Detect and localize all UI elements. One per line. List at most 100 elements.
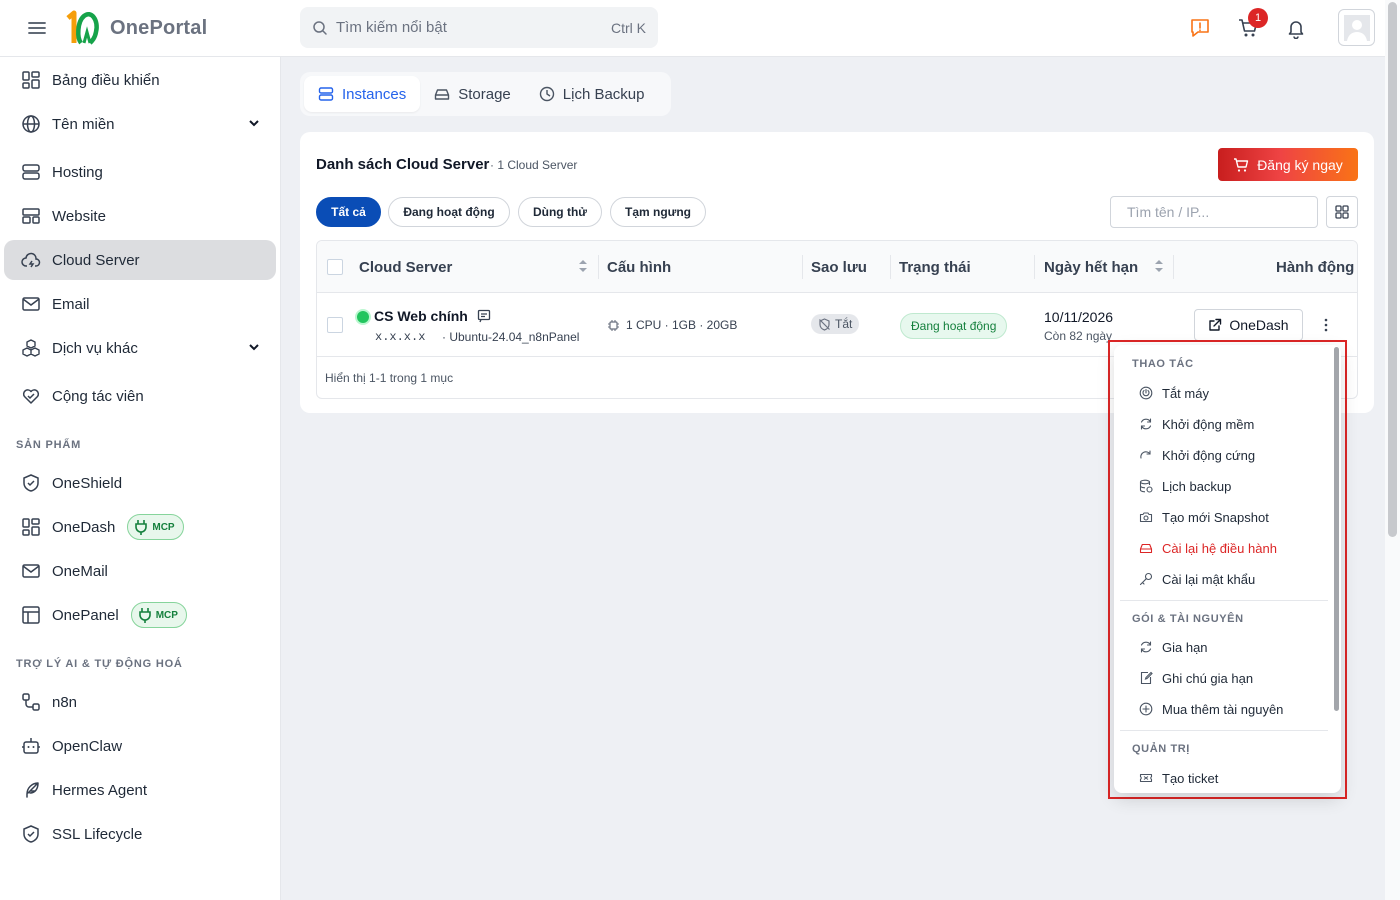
sidebar-item-label: Cloud Server bbox=[52, 251, 140, 269]
menu-item-reset-password[interactable]: Cài lại mật khẩu bbox=[1122, 564, 1328, 594]
workflow-icon bbox=[20, 691, 42, 713]
sidebar-item-hosting[interactable]: Hosting bbox=[4, 152, 276, 192]
note-icon[interactable] bbox=[477, 309, 491, 323]
sidebar-item-other-services[interactable]: Dịch vụ khác bbox=[4, 328, 276, 368]
tab-instances[interactable]: Instances bbox=[304, 76, 421, 112]
sort-icon[interactable] bbox=[578, 258, 588, 274]
expiry-date: 10/11/2026 bbox=[1044, 309, 1114, 325]
sidebar-item-hermes-agent[interactable]: Hermes Agent bbox=[4, 770, 276, 810]
register-button-label: Đăng ký ngay bbox=[1257, 156, 1343, 173]
database-icon bbox=[1138, 478, 1154, 494]
menu-item-create-ticket[interactable]: Tạo ticket bbox=[1122, 763, 1328, 793]
tab-storage[interactable]: Storage bbox=[420, 76, 525, 112]
sort-icon[interactable] bbox=[1154, 258, 1164, 274]
sidebar-item-label: Cộng tác viên bbox=[52, 387, 144, 405]
table-search[interactable] bbox=[1110, 196, 1318, 228]
menu-item-label: Tạo mới Snapshot bbox=[1162, 509, 1269, 525]
chevron-down-icon[interactable] bbox=[248, 117, 260, 129]
sidebar-item-onepanel[interactable]: OnePanel MCP bbox=[4, 595, 276, 635]
row-checkbox[interactable] bbox=[327, 317, 343, 333]
table-header: Cloud Server Cấu hình Sao lưu Trạng thái… bbox=[317, 241, 1357, 293]
onedash-button[interactable]: OneDash bbox=[1194, 309, 1303, 341]
sidebar-item-label: OneMail bbox=[52, 562, 108, 580]
sidebar-item-label: Bảng điều khiển bbox=[52, 71, 160, 89]
bell-icon[interactable] bbox=[1283, 15, 1309, 41]
menu-item-shutdown[interactable]: Tắt máy bbox=[1122, 378, 1328, 408]
cpu-icon bbox=[608, 319, 619, 331]
menu-item-create-snapshot[interactable]: Tạo mới Snapshot bbox=[1122, 502, 1328, 532]
feedback-icon[interactable] bbox=[1187, 15, 1213, 41]
refresh-icon bbox=[1138, 416, 1154, 432]
server-spec: 1 CPU · 1GB · 20GB bbox=[607, 318, 737, 332]
server-name[interactable]: CS Web chính bbox=[374, 308, 468, 324]
sidebar-item-onemail[interactable]: OneMail bbox=[4, 551, 276, 591]
menu-item-backup-schedule[interactable]: Lịch backup bbox=[1122, 471, 1328, 501]
sidebar-item-domains[interactable]: Tên miền bbox=[4, 104, 276, 144]
app-logo[interactable]: OnePortal bbox=[64, 10, 207, 46]
sidebar-item-cloud-server[interactable]: Cloud Server bbox=[4, 240, 276, 280]
menu-item-label: Khởi động mềm bbox=[1162, 416, 1255, 432]
sidebar-item-label: OneShield bbox=[52, 474, 123, 492]
menu-item-buy-resources[interactable]: Mua thêm tài nguyên bbox=[1122, 694, 1328, 724]
globe-icon bbox=[20, 113, 42, 135]
register-button[interactable]: Đăng ký ngay bbox=[1218, 148, 1358, 181]
page-scrollbar-thumb[interactable] bbox=[1388, 2, 1397, 537]
column-header-cloud-server[interactable]: Cloud Server bbox=[359, 259, 452, 276]
menu-toggle-icon[interactable] bbox=[27, 18, 47, 38]
filter-trial[interactable]: Dùng thử bbox=[518, 197, 602, 227]
sidebar-section-ai: TRỢ LÝ AI & TỰ ĐỘNG HOÁ bbox=[16, 658, 183, 670]
table-search-input[interactable] bbox=[1127, 204, 1308, 220]
sidebar-item-email[interactable]: Email bbox=[4, 284, 276, 324]
key-icon bbox=[1138, 571, 1154, 587]
page-scrollbar[interactable] bbox=[1385, 0, 1400, 900]
column-header-expiry[interactable]: Ngày hết hạn bbox=[1044, 259, 1138, 276]
sidebar-item-label: Tên miền bbox=[52, 115, 115, 133]
shield-off-icon bbox=[819, 317, 830, 331]
avatar[interactable] bbox=[1338, 9, 1375, 46]
sidebar-item-label: OnePanel bbox=[52, 606, 119, 624]
select-all-checkbox[interactable] bbox=[327, 259, 343, 275]
menu-item-label: Tạo ticket bbox=[1162, 770, 1219, 786]
sidebar-item-label: Hermes Agent bbox=[52, 781, 148, 799]
sidebar-item-website[interactable]: Website bbox=[4, 196, 276, 236]
menu-item-hard-reboot[interactable]: Khởi động cứng bbox=[1122, 440, 1328, 470]
shield-icon bbox=[20, 472, 42, 494]
menu-item-label: Mua thêm tài nguyên bbox=[1162, 701, 1284, 717]
dashboard-icon bbox=[20, 516, 42, 538]
column-divider bbox=[1173, 255, 1174, 279]
sidebar-item-ssl-lifecycle[interactable]: SSL Lifecycle bbox=[4, 814, 276, 854]
column-divider bbox=[598, 255, 599, 279]
menu-scrollbar[interactable] bbox=[1334, 347, 1339, 711]
shield-check-icon bbox=[20, 823, 42, 845]
mail-icon bbox=[20, 293, 42, 315]
menu-item-renew[interactable]: Gia hạn bbox=[1122, 632, 1328, 662]
global-search-input[interactable] bbox=[336, 19, 611, 36]
grid-icon bbox=[1335, 205, 1349, 219]
sidebar-item-onedash[interactable]: OneDash MCP bbox=[4, 507, 276, 547]
filter-all[interactable]: Tất cả bbox=[316, 197, 381, 227]
tab-backup-schedule[interactable]: Lịch Backup bbox=[525, 76, 659, 112]
cloud-icon bbox=[20, 249, 42, 271]
sidebar-item-openclaw[interactable]: OpenClaw bbox=[4, 726, 276, 766]
global-search[interactable]: Ctrl K bbox=[300, 7, 658, 48]
sidebar-item-affiliate[interactable]: Cộng tác viên bbox=[4, 376, 276, 416]
menu-item-soft-reboot[interactable]: Khởi động mềm bbox=[1122, 409, 1328, 439]
filter-suspended[interactable]: Tạm ngưng bbox=[610, 197, 706, 227]
menu-section-admin: QUẢN TRỊ bbox=[1132, 743, 1190, 755]
menu-item-renewal-note[interactable]: Ghi chú gia hạn bbox=[1122, 663, 1328, 693]
sidebar-item-oneshield[interactable]: OneShield bbox=[4, 463, 276, 503]
camera-icon bbox=[1138, 509, 1154, 525]
sidebar-item-label: Hosting bbox=[52, 163, 103, 181]
sidebar-item-label: SSL Lifecycle bbox=[52, 825, 143, 843]
column-header-config: Cấu hình bbox=[607, 259, 672, 276]
sidebar-item-n8n[interactable]: n8n bbox=[4, 682, 276, 722]
backup-badge: Tắt bbox=[811, 314, 860, 334]
filter-active[interactable]: Đang hoạt động bbox=[388, 197, 510, 227]
grid-view-button[interactable] bbox=[1326, 196, 1358, 228]
sidebar-item-dashboard[interactable]: Bảng điều khiển bbox=[4, 60, 276, 100]
more-actions-button[interactable] bbox=[1315, 311, 1337, 339]
menu-item-reinstall-os[interactable]: Cài lại hệ điều hành bbox=[1122, 533, 1328, 563]
chevron-down-icon[interactable] bbox=[248, 341, 260, 353]
sidebar-item-label: Email bbox=[52, 295, 90, 313]
column-divider bbox=[802, 255, 803, 279]
